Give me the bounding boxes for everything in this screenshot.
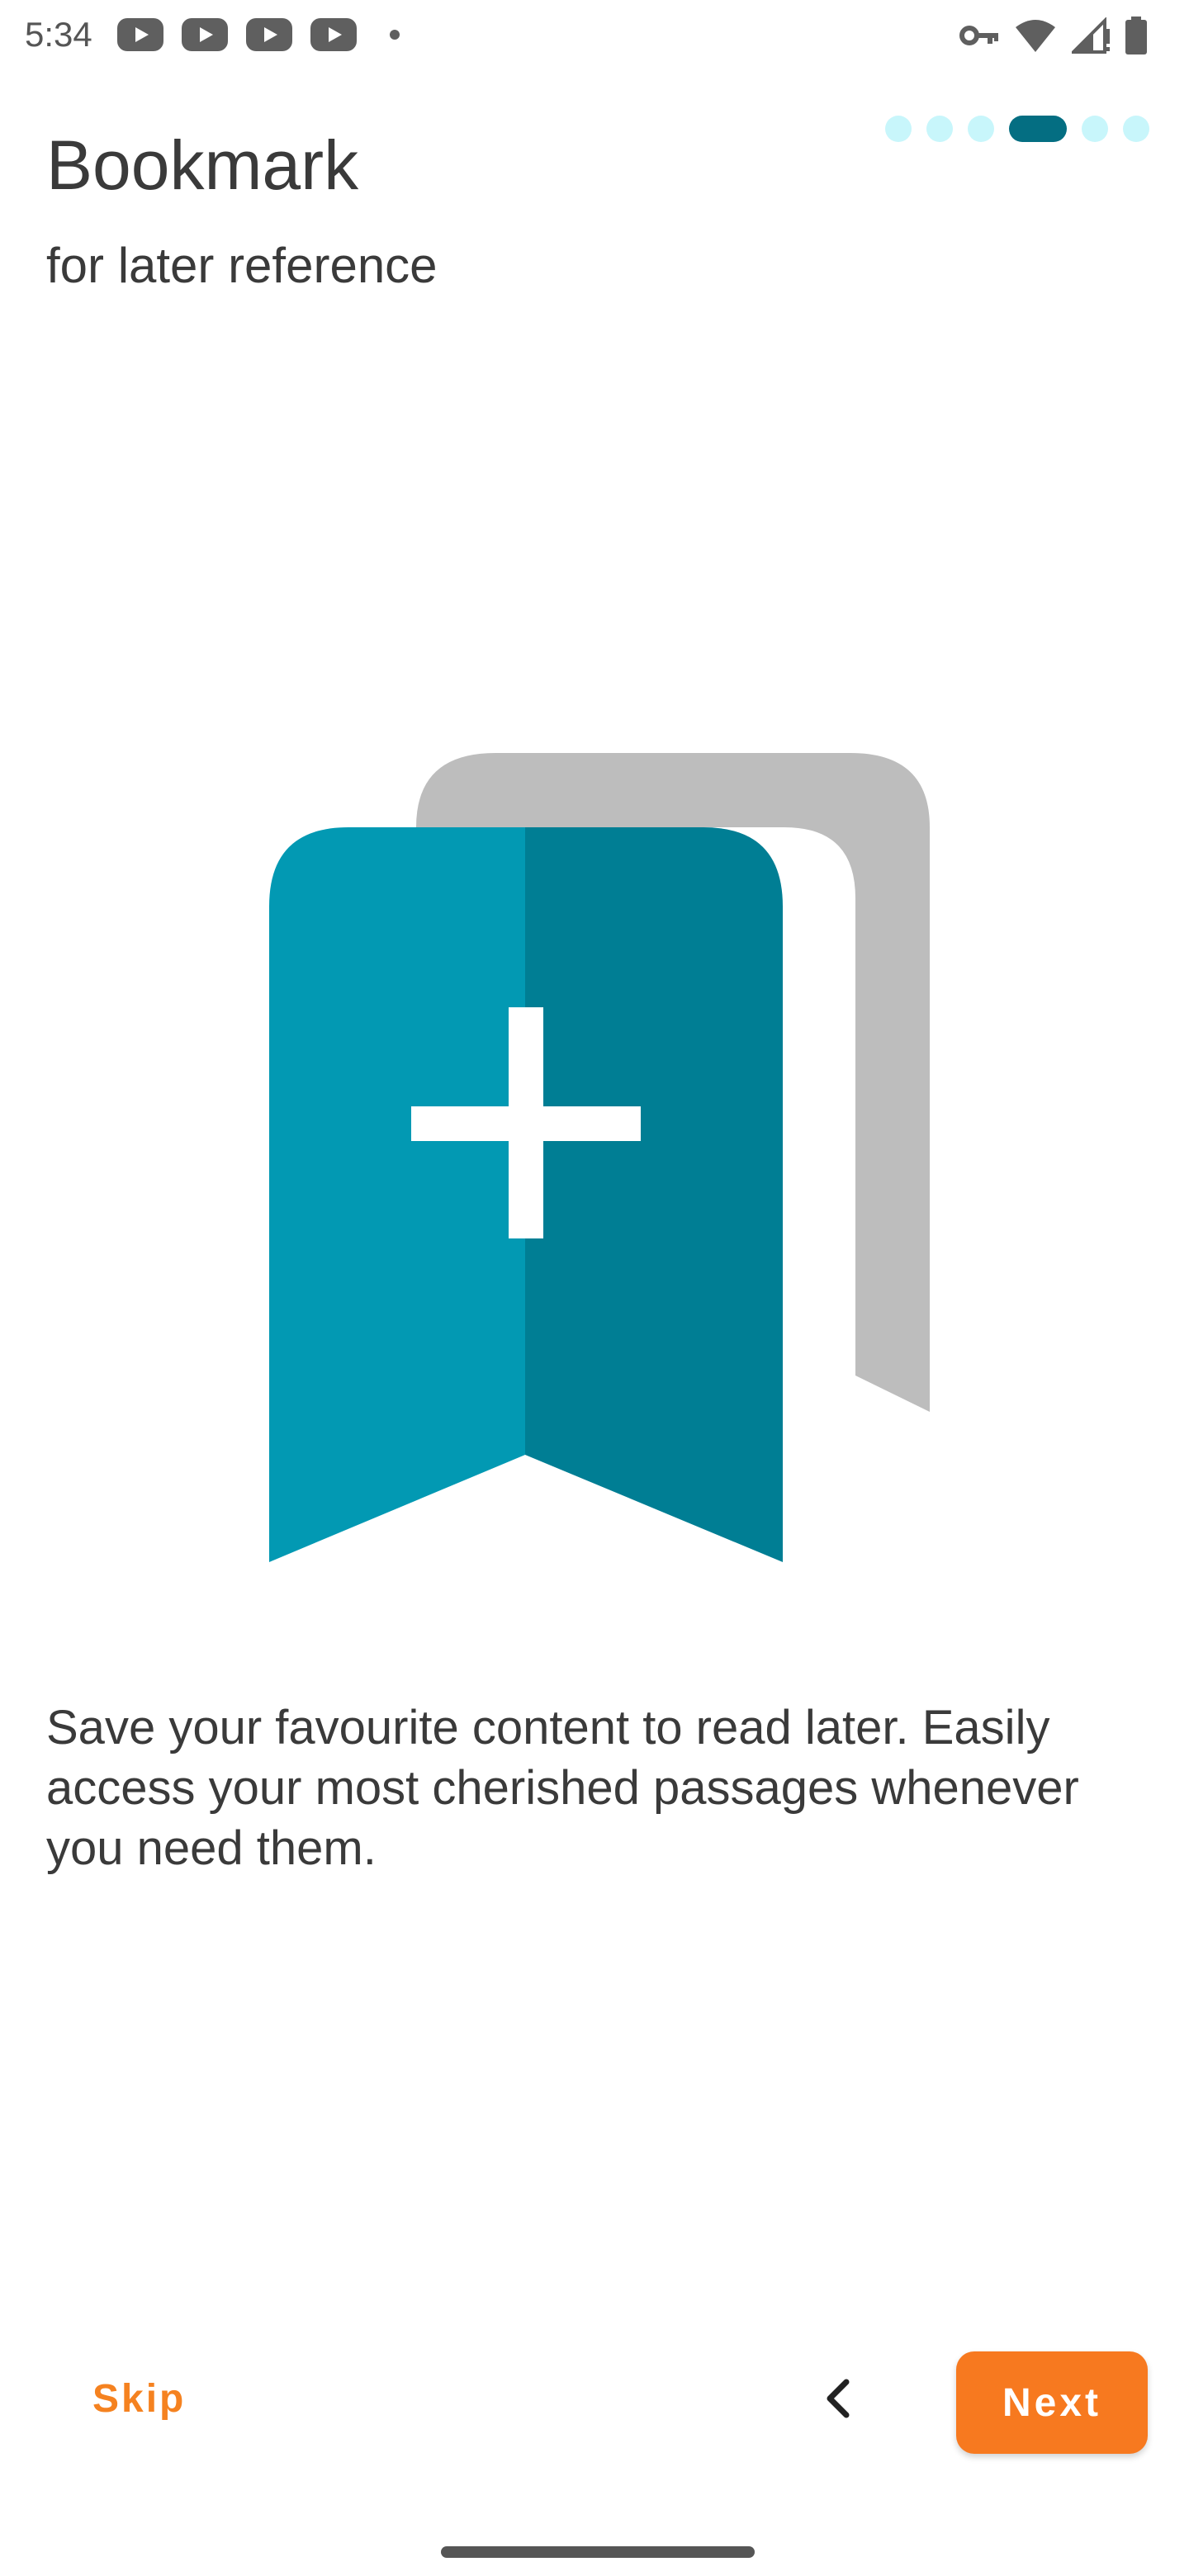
cellular-signal-icon [1072, 17, 1110, 54]
page-dot[interactable] [1123, 116, 1149, 142]
skip-button[interactable]: Skip [92, 2375, 186, 2424]
wifi-icon [1016, 20, 1055, 52]
bookmark-add-icon [269, 753, 930, 1562]
system-icons [959, 17, 1148, 54]
notification-dot [390, 30, 400, 40]
status-time: 5:34 [25, 15, 92, 54]
youtube-icon [182, 18, 228, 51]
status-bar: 5:34 [0, 0, 1189, 69]
next-button-label: Next [1002, 2380, 1102, 2425]
previous-button[interactable] [809, 2370, 867, 2427]
page-dot[interactable] [1082, 116, 1108, 142]
page-title: Bookmark [46, 126, 359, 204]
page-dot-active[interactable] [1009, 116, 1067, 142]
page-indicator [885, 116, 1149, 142]
youtube-icon [246, 18, 292, 51]
chevron-left-icon [827, 2379, 850, 2418]
next-button[interactable]: Next [956, 2351, 1148, 2454]
page-dot[interactable] [968, 116, 994, 142]
youtube-icon [310, 18, 357, 51]
page-description: Save your favourite content to read late… [46, 1701, 1079, 1875]
page-subtitle: for later reference [46, 238, 438, 293]
home-indicator[interactable] [441, 2546, 755, 2558]
battery-icon [1125, 17, 1147, 54]
vpn-key-icon [959, 26, 998, 45]
page-dot[interactable] [926, 116, 953, 142]
page-dot[interactable] [885, 116, 912, 142]
notification-icons [117, 18, 400, 51]
youtube-icon [117, 18, 163, 51]
